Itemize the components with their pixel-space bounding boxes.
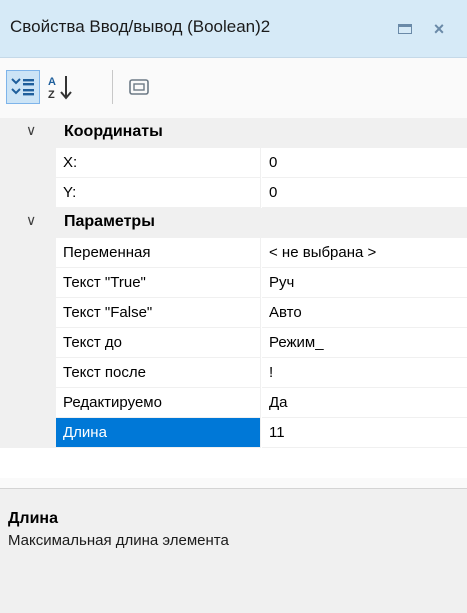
property-value[interactable]: 0 xyxy=(262,148,467,178)
chevron-down-icon[interactable]: ∨ xyxy=(26,122,36,139)
property-name: Текст после xyxy=(56,358,261,388)
property-row-text-false[interactable]: Текст "False" Авто xyxy=(0,298,467,328)
property-row-text-before[interactable]: Текст до Режим_ xyxy=(0,328,467,358)
category-label: Параметры xyxy=(64,213,155,230)
property-row-length[interactable]: Длина 11 xyxy=(0,418,467,448)
property-value[interactable]: Да xyxy=(262,388,467,418)
property-value[interactable]: < не выбрана > xyxy=(262,238,467,268)
restore-icon[interactable] xyxy=(394,18,416,40)
category-label: Координаты xyxy=(64,123,163,140)
chevron-down-icon[interactable]: ∨ xyxy=(26,212,36,229)
property-value[interactable]: 0 xyxy=(262,178,467,208)
property-value[interactable]: 11 xyxy=(262,418,467,448)
category-parameters[interactable]: ∨ Параметры xyxy=(0,208,467,238)
title-bar: Свойства Ввод/вывод (Boolean)2 × xyxy=(0,0,467,58)
property-row-x[interactable]: X: 0 xyxy=(0,148,467,178)
property-value[interactable]: Режим_ xyxy=(262,328,467,358)
property-name: Редактируемо xyxy=(56,388,261,418)
property-row-text-after[interactable]: Текст после ! xyxy=(0,358,467,388)
description-splitter[interactable] xyxy=(0,478,467,486)
property-name: Длина xyxy=(56,418,261,448)
property-name: X: xyxy=(56,148,261,178)
description-text: Максимальная длина элемента xyxy=(8,532,229,549)
toolbar-separator xyxy=(112,70,113,104)
property-name: Y: xyxy=(56,178,261,208)
property-pages-icon[interactable] xyxy=(122,70,156,104)
property-row-variable[interactable]: Переменная < не выбрана > xyxy=(0,238,467,268)
property-name: Текст до xyxy=(56,328,261,358)
close-icon[interactable]: × xyxy=(428,18,450,40)
categorized-view-icon[interactable] xyxy=(6,70,40,104)
alphabetical-sort-icon[interactable]: A Z xyxy=(44,70,78,104)
property-value[interactable]: Авто xyxy=(262,298,467,328)
property-row-text-true[interactable]: Текст "True" Руч xyxy=(0,268,467,298)
property-name: Текст "True" xyxy=(56,268,261,298)
property-value[interactable]: Руч xyxy=(262,268,467,298)
property-name: Текст "False" xyxy=(56,298,261,328)
description-title: Длина xyxy=(8,510,58,527)
svg-text:A: A xyxy=(48,76,56,88)
svg-text:Z: Z xyxy=(48,89,55,100)
property-value[interactable]: ! xyxy=(262,358,467,388)
property-row-y[interactable]: Y: 0 xyxy=(0,178,467,208)
toolbar: A Z xyxy=(0,58,467,116)
properties-panel: Свойства Ввод/вывод (Boolean)2 × A Z ∨ К… xyxy=(0,0,467,613)
category-coordinates[interactable]: ∨ Координаты xyxy=(0,118,467,148)
property-row-editable[interactable]: Редактируемо Да xyxy=(0,388,467,418)
window-title: Свойства Ввод/вывод (Boolean)2 xyxy=(10,17,271,36)
description-pane: Длина Максимальная длина элемента xyxy=(0,488,467,613)
property-name: Переменная xyxy=(56,238,261,268)
property-grid: ∨ Координаты X: 0 Y: 0 ∨ Параметры Перем… xyxy=(0,118,467,478)
